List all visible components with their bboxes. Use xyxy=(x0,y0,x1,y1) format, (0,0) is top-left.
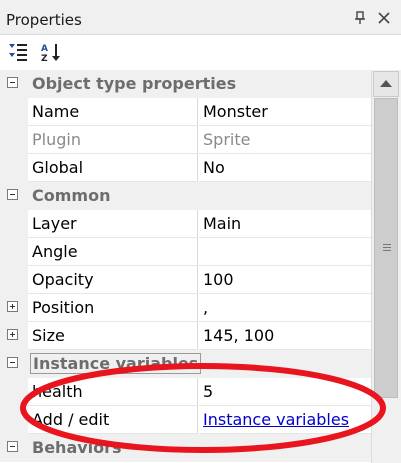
property-name: Layer xyxy=(28,210,198,238)
property-value-position[interactable]: , xyxy=(199,294,371,322)
property-value-size[interactable]: 145, 100 xyxy=(199,322,371,350)
property-value-name[interactable]: Monster xyxy=(199,98,371,126)
property-row-add-edit: Add / edit Instance variables xyxy=(0,406,371,434)
property-value-health[interactable]: 5 xyxy=(199,378,371,406)
category-instance-variables: Instance variables xyxy=(0,350,371,378)
collapse-toggle[interactable] xyxy=(7,441,18,452)
property-row-health: health 5 xyxy=(0,378,371,406)
property-name: Angle xyxy=(28,238,198,266)
property-name: Plugin xyxy=(28,126,198,154)
category-object-type: Object type properties xyxy=(0,70,371,98)
property-value-angle[interactable] xyxy=(199,238,371,266)
instance-variables-link[interactable]: Instance variables xyxy=(199,406,371,434)
panel-title: Properties xyxy=(6,11,82,29)
category-label: Object type properties xyxy=(32,74,237,93)
svg-text:Z: Z xyxy=(41,54,48,63)
property-name: Name xyxy=(28,98,198,126)
svg-text:A: A xyxy=(41,44,48,54)
property-name: Size xyxy=(28,322,198,350)
property-row-name: Name Monster xyxy=(0,98,371,126)
category-label: Common xyxy=(32,186,111,205)
panel-titlebar: Properties xyxy=(0,4,401,32)
grip-icon xyxy=(383,244,391,252)
property-row-plugin: Plugin Sprite xyxy=(0,126,371,154)
property-value-global[interactable]: No xyxy=(199,154,371,182)
pin-icon[interactable] xyxy=(353,10,367,26)
scroll-thumb[interactable] xyxy=(374,98,398,398)
categorized-view-icon[interactable] xyxy=(7,41,29,63)
alphabetical-sort-icon[interactable]: A Z xyxy=(40,41,62,63)
property-row-angle: Angle xyxy=(0,238,371,266)
collapse-toggle[interactable] xyxy=(7,189,18,200)
property-row-size: Size 145, 100 xyxy=(0,322,371,350)
collapse-toggle[interactable] xyxy=(7,77,18,88)
collapse-toggle[interactable] xyxy=(7,357,18,368)
expand-toggle[interactable] xyxy=(7,329,18,340)
category-common: Common xyxy=(0,182,371,210)
category-behaviors: Behaviors xyxy=(0,434,371,462)
property-row-layer: Layer Main xyxy=(0,210,371,238)
property-grid: Object type properties Name Monster Plug… xyxy=(0,70,371,463)
property-name: health xyxy=(28,378,198,406)
properties-toolbar: A Z xyxy=(0,34,401,71)
category-label: Behaviors xyxy=(32,438,122,457)
property-value-layer[interactable]: Main xyxy=(199,210,371,238)
vertical-scrollbar[interactable] xyxy=(371,70,401,463)
property-value-opacity[interactable]: 100 xyxy=(199,266,371,294)
category-label: Instance variables xyxy=(30,353,202,374)
scroll-up-button[interactable] xyxy=(373,71,399,97)
property-value-plugin: Sprite xyxy=(199,126,371,154)
property-name: Position xyxy=(28,294,198,322)
property-name: Opacity xyxy=(28,266,198,294)
property-row-opacity: Opacity 100 xyxy=(0,266,371,294)
property-name: Add / edit xyxy=(28,406,198,434)
expand-toggle[interactable] xyxy=(7,301,18,312)
property-row-position: Position , xyxy=(0,294,371,322)
property-row-global: Global No xyxy=(0,154,371,182)
close-icon[interactable] xyxy=(377,10,391,26)
property-name: Global xyxy=(28,154,198,182)
